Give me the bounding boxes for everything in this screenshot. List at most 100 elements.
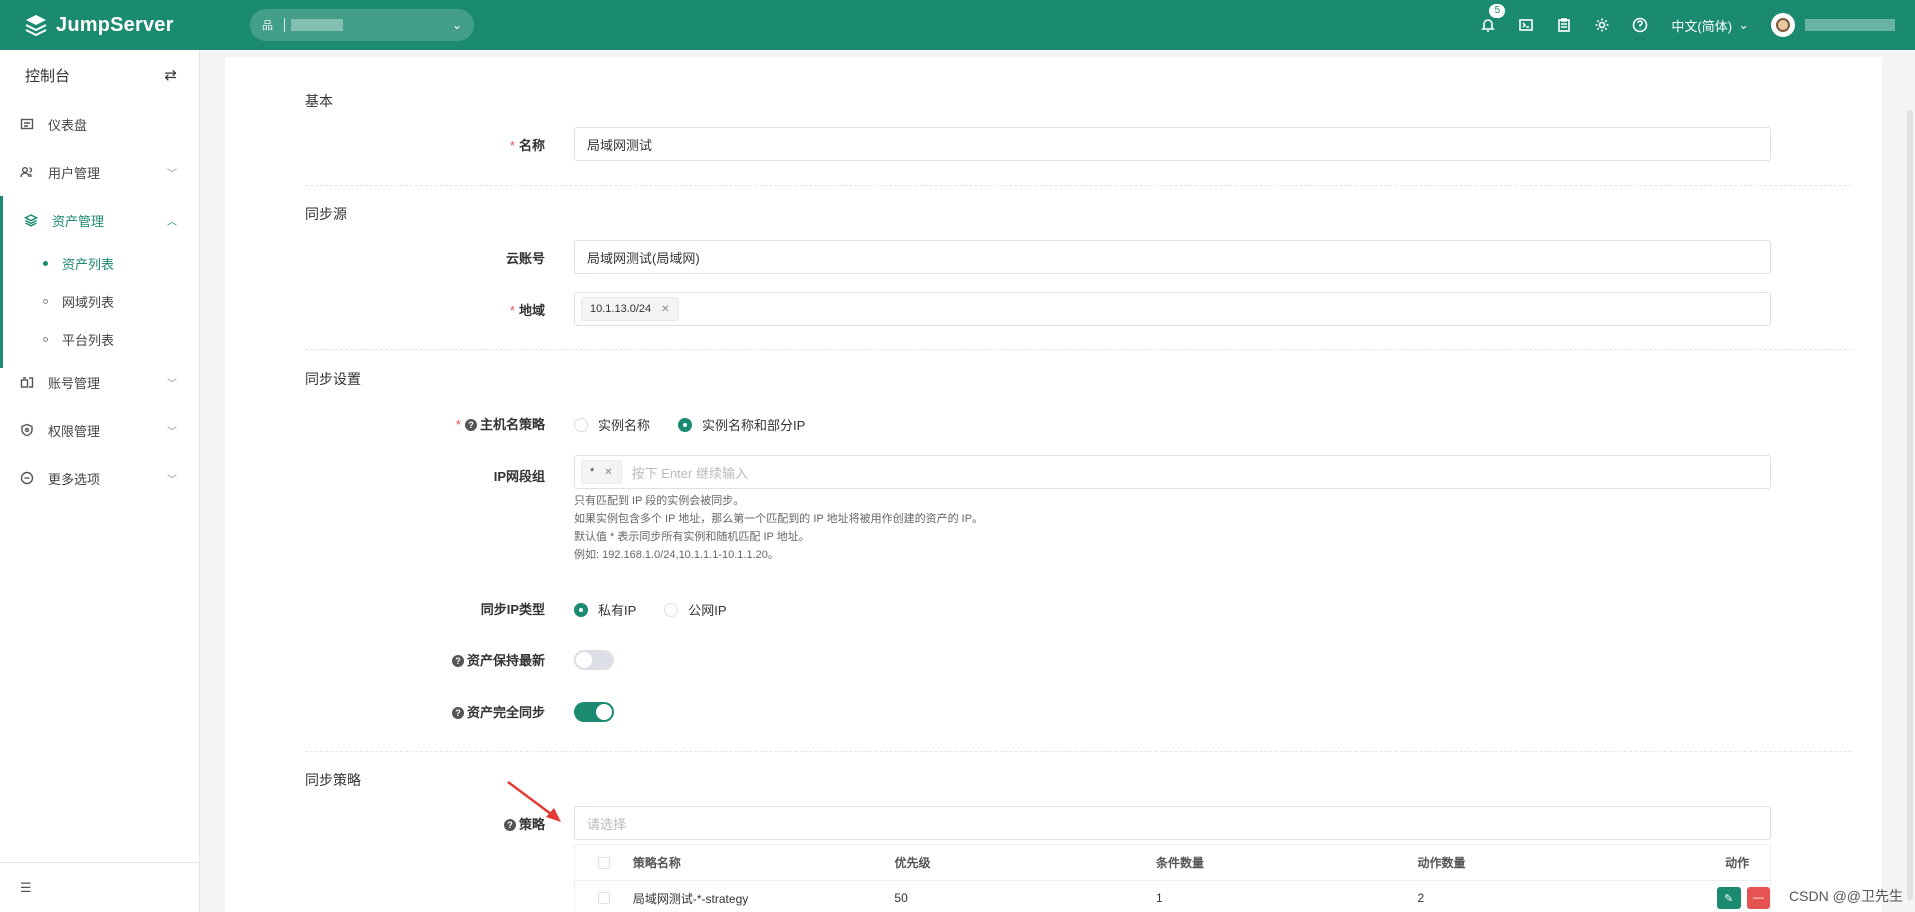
bell-icon bbox=[1481, 19, 1496, 32]
sidebar-item-assets[interactable]: 资产管理 ︿ bbox=[0, 196, 199, 244]
region-label: * 地域 bbox=[509, 303, 545, 318]
radio-public-ip[interactable]: 公网IP bbox=[664, 600, 727, 619]
logo[interactable]: JumpServer bbox=[24, 13, 204, 37]
minus-icon: — bbox=[1752, 892, 1764, 904]
section-divider bbox=[305, 751, 1852, 752]
row-checkbox[interactable] bbox=[597, 892, 610, 904]
strategy-select[interactable]: 请选择 bbox=[574, 806, 1771, 840]
radio-instance-name-and-ip[interactable]: 实例名称和部分IP bbox=[678, 415, 805, 434]
ip-group-label-text: IP网段组 bbox=[493, 469, 545, 484]
tickets-button[interactable] bbox=[1545, 0, 1583, 50]
sidebar-item-more[interactable]: 更多选项 ﹀ bbox=[0, 454, 199, 502]
sidebar-item-dashboard[interactable]: 仪表盘 bbox=[0, 100, 199, 148]
clipboard-icon bbox=[1558, 18, 1571, 32]
table-header-row: 策略名称 优先级 条件数量 动作数量 动作 bbox=[575, 845, 1770, 881]
bullet-icon bbox=[43, 260, 48, 266]
swap-view-icon[interactable]: ⇄ bbox=[164, 66, 177, 84]
delete-button[interactable]: — bbox=[1746, 887, 1771, 909]
full-sync-switch[interactable] bbox=[574, 702, 614, 722]
ip-group-help: 只有匹配到 IP 段的实例会被同步。 如果实例包含多个 IP 地址，那么第一个匹… bbox=[574, 492, 983, 564]
keep-latest-switch[interactable] bbox=[574, 650, 614, 670]
sidebar-subitem-platform-list[interactable]: 平台列表 bbox=[0, 320, 199, 358]
keep-latest-label-text: 资产保持最新 bbox=[466, 653, 545, 668]
help-line: 默认值 * 表示同步所有实例和随机匹配 IP 地址。 bbox=[574, 531, 810, 543]
sidebar-subitem-domain-list[interactable]: 网域列表 bbox=[0, 282, 199, 320]
col-action-count: 动作数量 bbox=[1417, 856, 1466, 870]
strategy-label: ? 策略 bbox=[225, 814, 545, 833]
edit-button[interactable]: ✎ bbox=[1717, 887, 1741, 909]
ip-group-tag: * ✕ bbox=[581, 460, 622, 484]
table-row: 局域网测试-*-strategy 50 1 2 ✎ — bbox=[575, 881, 1771, 912]
sidebar-item-users[interactable]: 用户管理 ﹀ bbox=[0, 148, 199, 196]
user-avatar[interactable] bbox=[1771, 13, 1795, 37]
bullet-icon bbox=[43, 336, 48, 342]
radio-instance-name[interactable]: 实例名称 bbox=[574, 415, 650, 434]
ip-group-placeholder: 按下 Enter 继续输入 bbox=[631, 465, 748, 481]
sidebar-subitem-asset-list[interactable]: 资产列表 bbox=[0, 244, 199, 282]
ip-type-label: 同步IP类型 bbox=[225, 599, 545, 618]
sidebar-item-label: 仪表盘 bbox=[48, 117, 88, 133]
chevron-down-icon: ﹀ bbox=[167, 426, 177, 438]
ip-group-label: IP网段组 bbox=[225, 466, 545, 485]
strategy-table: 策略名称 优先级 条件数量 动作数量 动作 局域网测试-*-strategy 5… bbox=[574, 844, 1771, 912]
hostname-label-text: 主机名策略 bbox=[479, 417, 545, 432]
section-settings-title: 同步设置 bbox=[305, 371, 361, 387]
ip-type-radio-group: 私有IP 公网IP bbox=[574, 600, 755, 619]
chevron-down-icon: ⌄ bbox=[451, 18, 462, 32]
scrollbar-thumb[interactable] bbox=[1907, 110, 1913, 900]
help-button[interactable] bbox=[1621, 0, 1659, 50]
col-strategy-name: 策略名称 bbox=[632, 856, 681, 870]
question-icon[interactable]: ? bbox=[464, 419, 477, 431]
web-terminal-button[interactable] bbox=[1507, 0, 1545, 50]
dashboard-icon bbox=[20, 117, 34, 131]
organization-select[interactable]: 品 ⌄ bbox=[250, 9, 474, 41]
terminal-icon bbox=[1519, 19, 1534, 31]
help-line: 如果实例包含多个 IP 地址，那么第一个匹配到的 IP 地址将被用作创建的资产的… bbox=[574, 513, 984, 525]
full-sync-label-text: 资产完全同步 bbox=[466, 705, 545, 720]
sidebar-item-label: 权限管理 bbox=[48, 423, 101, 439]
sidebar-group-assets: 资产管理 ︿ 资产列表 网域列表 平台列表 bbox=[0, 196, 199, 368]
col-actions-label: 动作 bbox=[1725, 856, 1750, 870]
ip-group-input[interactable]: * ✕ 按下 Enter 继续输入 bbox=[574, 455, 1771, 489]
tag-close-icon[interactable]: ✕ bbox=[661, 304, 669, 315]
section-strategy-title: 同步策略 bbox=[305, 772, 361, 788]
gear-icon bbox=[1595, 18, 1609, 32]
edit-icon: ✎ bbox=[1724, 892, 1734, 905]
tag-close-icon[interactable]: ✕ bbox=[604, 467, 612, 478]
collapse-sidebar-button[interactable]: ☰ bbox=[0, 862, 200, 912]
region-select[interactable]: 10.1.13.0/24 ✕ bbox=[574, 292, 1771, 326]
users-icon bbox=[20, 165, 34, 179]
radio-circle bbox=[664, 602, 679, 617]
select-all-checkbox[interactable] bbox=[597, 856, 610, 869]
sidebar-item-permissions[interactable]: 权限管理 ﹀ bbox=[0, 406, 199, 454]
cloud-account-input[interactable]: 局域网测试(局域网) bbox=[574, 240, 1771, 274]
chevron-down-icon: ﹀ bbox=[167, 378, 177, 390]
menu-collapse-icon: ☰ bbox=[20, 879, 32, 895]
name-input[interactable]: 局域网测试 bbox=[574, 127, 1771, 161]
user-name-redacted[interactable] bbox=[1805, 19, 1895, 31]
name-label: * 名称 bbox=[509, 138, 545, 153]
col-priority: 优先级 bbox=[894, 856, 931, 870]
sidebar-subitem-label: 资产列表 bbox=[62, 256, 115, 272]
page-scrollbar[interactable] bbox=[1903, 50, 1915, 912]
sidebar-title: 控制台 ⇄ bbox=[0, 50, 199, 100]
radio-private-ip[interactable]: 私有IP bbox=[574, 600, 636, 619]
settings-button[interactable] bbox=[1583, 0, 1621, 50]
radio-circle bbox=[574, 602, 588, 617]
language-select[interactable]: 中文(简体) ⌄ bbox=[1671, 16, 1749, 35]
hostname-strategy-radio-group: 实例名称 实例名称和部分IP bbox=[574, 415, 833, 434]
sidebar-item-label: 用户管理 bbox=[48, 165, 101, 181]
sidebar: 控制台 ⇄ 仪表盘 用户管理 ﹀ 资产管理 ︿ 资产列表 网域列表 平台列表 账 bbox=[0, 50, 200, 912]
col-actions: 动作 bbox=[1679, 854, 1770, 871]
ip-group-tag-text: * bbox=[590, 466, 595, 478]
sidebar-item-accounts[interactable]: 账号管理 ﹀ bbox=[0, 358, 199, 406]
sidebar-item-label: 资产管理 bbox=[52, 213, 105, 229]
radio-label: 私有IP bbox=[598, 603, 637, 618]
chevron-down-icon: ⌄ bbox=[1738, 17, 1749, 32]
question-icon[interactable]: ? bbox=[451, 655, 464, 667]
notification-button[interactable]: 5 bbox=[1469, 0, 1507, 50]
bullet-icon bbox=[43, 298, 48, 304]
sidebar-item-label: 更多选项 bbox=[48, 471, 101, 487]
question-icon[interactable]: ? bbox=[451, 707, 464, 719]
annotation-arrow-icon bbox=[507, 780, 561, 822]
